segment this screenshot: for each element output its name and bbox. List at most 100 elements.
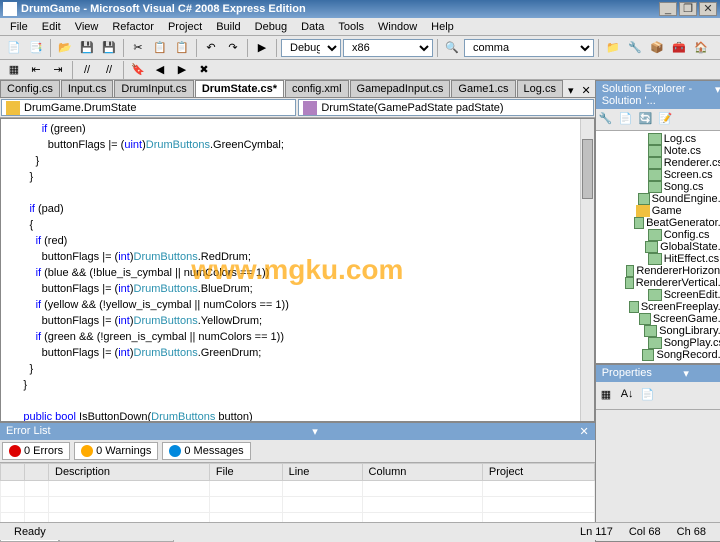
refresh-icon[interactable]: 🔄 (638, 111, 656, 129)
cut-button[interactable]: ✂ (128, 38, 148, 58)
next-bookmark-button[interactable]: ▶ (172, 60, 192, 80)
tree-item-game[interactable]: Game (598, 205, 720, 217)
tree-item-rendererhorizontal[interactable]: RendererHorizontal (598, 265, 720, 277)
tree-item-screeneditcs[interactable]: ScreenEdit.cs (598, 289, 720, 301)
panel-close-button[interactable]: ✕ (579, 425, 588, 438)
error-col-project[interactable]: Project (482, 464, 594, 481)
undo-button[interactable]: ↶ (201, 38, 221, 58)
tree-item-screenfreeplaycs[interactable]: ScreenFreeplay.cs (598, 301, 720, 313)
tree-item-logcs[interactable]: Log.cs (598, 133, 720, 145)
props-pin-button[interactable]: ▾ (683, 367, 689, 380)
solution-explorer-button[interactable]: 📁 (603, 38, 623, 58)
tree-item-renderercs[interactable]: Renderer.cs (598, 157, 720, 169)
vertical-scrollbar[interactable] (580, 119, 594, 421)
tab-configxml[interactable]: config.xml (285, 80, 349, 97)
error-col-icon0[interactable] (1, 464, 25, 481)
tree-item-configcs[interactable]: Config.cs (598, 229, 720, 241)
tab-gamepadinputcs[interactable]: GamepadInput.cs (350, 80, 451, 97)
error-col-icon1[interactable] (25, 464, 49, 481)
tree-item-screengamecs[interactable]: ScreenGame.cs (598, 313, 720, 325)
tab-configcs[interactable]: Config.cs (0, 80, 60, 97)
save-button[interactable]: 💾 (77, 38, 97, 58)
tab-close-button[interactable]: ✕ (577, 84, 594, 97)
decrease-indent-button[interactable]: ⇤ (26, 60, 46, 80)
tree-item-beatgeneratorcs[interactable]: BeatGenerator.cs (598, 217, 720, 229)
redo-button[interactable]: ↷ (223, 38, 243, 58)
alphabetical-icon[interactable]: A↓ (620, 387, 638, 405)
filter-msg[interactable]: 0 Messages (162, 442, 250, 460)
tree-item-soundenginecs[interactable]: SoundEngine.cs (598, 193, 720, 205)
save-all-button[interactable]: 💾 (99, 38, 119, 58)
add-item-button[interactable]: 📑 (26, 38, 46, 58)
tree-item-globalstatecs[interactable]: GlobalState.cs (598, 241, 720, 253)
tab-inputcs[interactable]: Input.cs (61, 80, 114, 97)
menu-refactor[interactable]: Refactor (106, 19, 160, 35)
start-debug-button[interactable]: ▶ (252, 38, 272, 58)
error-col-line[interactable]: Line (282, 464, 362, 481)
tab-logcs[interactable]: Log.cs (517, 80, 563, 97)
member-dropdown[interactable]: DrumState(GamePadState padState) (298, 99, 593, 116)
tree-item-songcs[interactable]: Song.cs (598, 181, 720, 193)
properties-button[interactable]: 🔧 (625, 38, 645, 58)
config-dropdown[interactable]: Debug (281, 39, 341, 57)
tab-dropdown-button[interactable]: ▾ (564, 84, 578, 97)
filter-warn[interactable]: 0 Warnings (74, 442, 158, 460)
menu-data[interactable]: Data (295, 19, 330, 35)
props-page-icon[interactable]: 📄 (640, 387, 658, 405)
close-button[interactable]: ✕ (699, 2, 717, 16)
open-button[interactable]: 📂 (55, 38, 75, 58)
restore-button[interactable]: ❐ (679, 2, 697, 16)
categorized-icon[interactable]: ▦ (600, 387, 618, 405)
menu-view[interactable]: View (69, 19, 105, 35)
prev-bookmark-button[interactable]: ◀ (150, 60, 170, 80)
tab-game1cs[interactable]: Game1.cs (451, 80, 515, 97)
class-dropdown[interactable]: DrumGame.DrumState (1, 99, 296, 116)
menu-help[interactable]: Help (425, 19, 460, 35)
tab-druminputcs[interactable]: DrumInput.cs (114, 80, 193, 97)
object-browser-button[interactable]: 📦 (647, 38, 667, 58)
tree-item-screencs[interactable]: Screen.cs (598, 169, 720, 181)
platform-dropdown[interactable]: x86 (343, 39, 433, 57)
comment-button[interactable]: // (77, 60, 97, 80)
bookmark-button[interactable]: 🔖 (128, 60, 148, 80)
properties-icon[interactable]: 🔧 (598, 111, 616, 129)
find-dropdown[interactable]: comma (464, 39, 594, 57)
display-object-button[interactable]: ▦ (4, 60, 24, 80)
uncomment-button[interactable]: // (99, 60, 119, 80)
menu-tools[interactable]: Tools (332, 19, 370, 35)
toolbox-button[interactable]: 🧰 (669, 38, 689, 58)
tree-item-rendererverticalcs[interactable]: RendererVertical.cs (598, 277, 720, 289)
tree-item-songlibrarycs[interactable]: SongLibrary.cs (598, 325, 720, 337)
filter-err[interactable]: 0 Errors (2, 442, 70, 460)
minimize-button[interactable]: _ (659, 2, 677, 16)
menu-edit[interactable]: Edit (36, 19, 67, 35)
menu-debug[interactable]: Debug (249, 19, 293, 35)
scrollbar-thumb[interactable] (582, 139, 593, 199)
error-col-description[interactable]: Description (49, 464, 210, 481)
menu-window[interactable]: Window (372, 19, 423, 35)
solution-pin-button[interactable]: ▾ (715, 83, 720, 107)
error-col-file[interactable]: File (209, 464, 282, 481)
menu-build[interactable]: Build (210, 19, 246, 35)
clear-bookmarks-button[interactable]: ✖ (194, 60, 214, 80)
solution-tree[interactable]: Log.csNote.csRenderer.csScreen.csSong.cs… (596, 131, 720, 363)
panel-pin-button[interactable]: ▾ (312, 425, 318, 438)
new-project-button[interactable]: 📄 (4, 38, 24, 58)
paste-button[interactable]: 📋 (172, 38, 192, 58)
view-code-icon[interactable]: 📝 (658, 111, 676, 129)
error-col-column[interactable]: Column (362, 464, 482, 481)
increase-indent-button[interactable]: ⇥ (48, 60, 68, 80)
tab-drumstatecs[interactable]: DrumState.cs* (195, 80, 284, 97)
tree-item-hiteffectcs[interactable]: HitEffect.cs (598, 253, 720, 265)
tree-item-songplaycs[interactable]: SongPlay.cs (598, 337, 720, 349)
error-table[interactable]: DescriptionFileLineColumnProject (0, 463, 595, 524)
show-all-icon[interactable]: 📄 (618, 111, 636, 129)
start-page-button[interactable]: 🏠 (691, 38, 711, 58)
copy-button[interactable]: 📋 (150, 38, 170, 58)
tree-item-songrecordcs[interactable]: SongRecord.cs (598, 349, 720, 361)
menu-project[interactable]: Project (162, 19, 208, 35)
find-in-files-icon[interactable]: 🔍 (442, 38, 462, 58)
tree-item-notecs[interactable]: Note.cs (598, 145, 720, 157)
code-editor[interactable]: if (green) buttonFlags |= (uint)DrumButt… (0, 118, 595, 422)
menu-file[interactable]: File (4, 19, 34, 35)
